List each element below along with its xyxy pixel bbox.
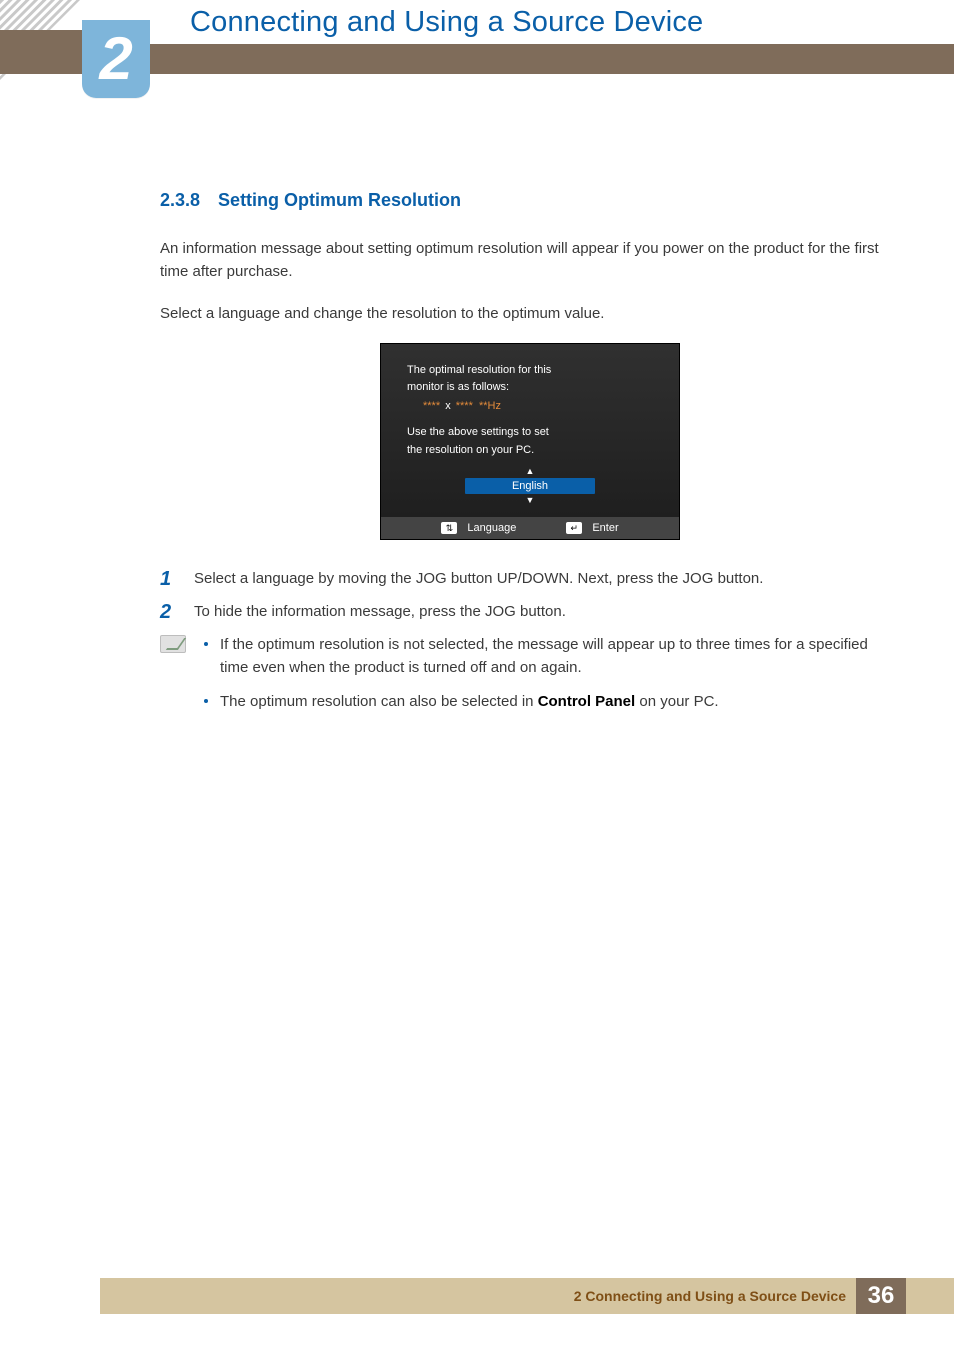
osd-footer-language-label: Language — [467, 522, 516, 534]
updown-icon: ⇅ — [441, 522, 457, 534]
osd-text-line: Use the above settings to set — [407, 424, 653, 442]
osd-text-line: monitor is as follows: — [407, 379, 653, 397]
note-item: The optimum resolution can also be selec… — [198, 690, 900, 713]
osd-res-x: x — [443, 400, 453, 412]
intro-paragraph-2: Select a language and change the resolut… — [160, 302, 900, 325]
chevron-down-icon — [407, 496, 653, 505]
osd-text-line: The optimal resolution for this — [407, 362, 653, 380]
enter-icon: ↵ — [566, 522, 582, 534]
note-text: on your PC. — [635, 693, 718, 710]
osd-res-h: **** — [456, 400, 473, 412]
osd-footer-enter-label: Enter — [592, 522, 618, 534]
step-item: 2 To hide the information message, press… — [160, 601, 900, 624]
osd-language-value: English — [465, 478, 595, 494]
osd-resolution-value: **** x **** **Hz — [407, 397, 653, 420]
step-text: To hide the information message, press t… — [194, 601, 566, 624]
intro-paragraph-1: An information message about setting opt… — [160, 237, 900, 284]
step-number: 1 — [160, 568, 178, 591]
note-text: The optimum resolution can also be selec… — [220, 693, 538, 710]
page-number: 36 — [856, 1278, 906, 1314]
osd-screenshot: The optimal resolution for this monitor … — [380, 343, 680, 540]
chapter-number: 2 — [99, 29, 132, 89]
note-item: If the optimum resolution is not selecte… — [198, 633, 900, 680]
chapter-badge: 2 — [82, 20, 150, 98]
footer-chapter-label: 2 Connecting and Using a Source Device — [574, 1288, 846, 1304]
header-banner: Connecting and Using a Source Device — [130, 0, 954, 44]
section-number: 2.3.8 — [160, 190, 200, 210]
osd-language-selector: English — [407, 467, 653, 505]
step-number: 2 — [160, 601, 178, 624]
note-icon — [160, 635, 186, 653]
section-heading: 2.3.8 Setting Optimum Resolution — [160, 190, 900, 211]
osd-text-line: the resolution on your PC. — [407, 442, 653, 460]
note-text-bold: Control Panel — [538, 693, 636, 710]
osd-footer: ⇅ Language ↵ Enter — [381, 517, 679, 539]
osd-res-w: **** — [423, 400, 440, 412]
step-text: Select a language by moving the JOG butt… — [194, 568, 763, 591]
step-item: 1 Select a language by moving the JOG bu… — [160, 568, 900, 591]
osd-res-hz: **Hz — [479, 400, 501, 412]
note-list: If the optimum resolution is not selecte… — [198, 633, 900, 723]
chapter-title: Connecting and Using a Source Device — [190, 6, 703, 39]
footer-bar: 2 Connecting and Using a Source Device 3… — [100, 1278, 954, 1314]
chevron-up-icon — [407, 467, 653, 476]
section-title: Setting Optimum Resolution — [218, 190, 461, 210]
